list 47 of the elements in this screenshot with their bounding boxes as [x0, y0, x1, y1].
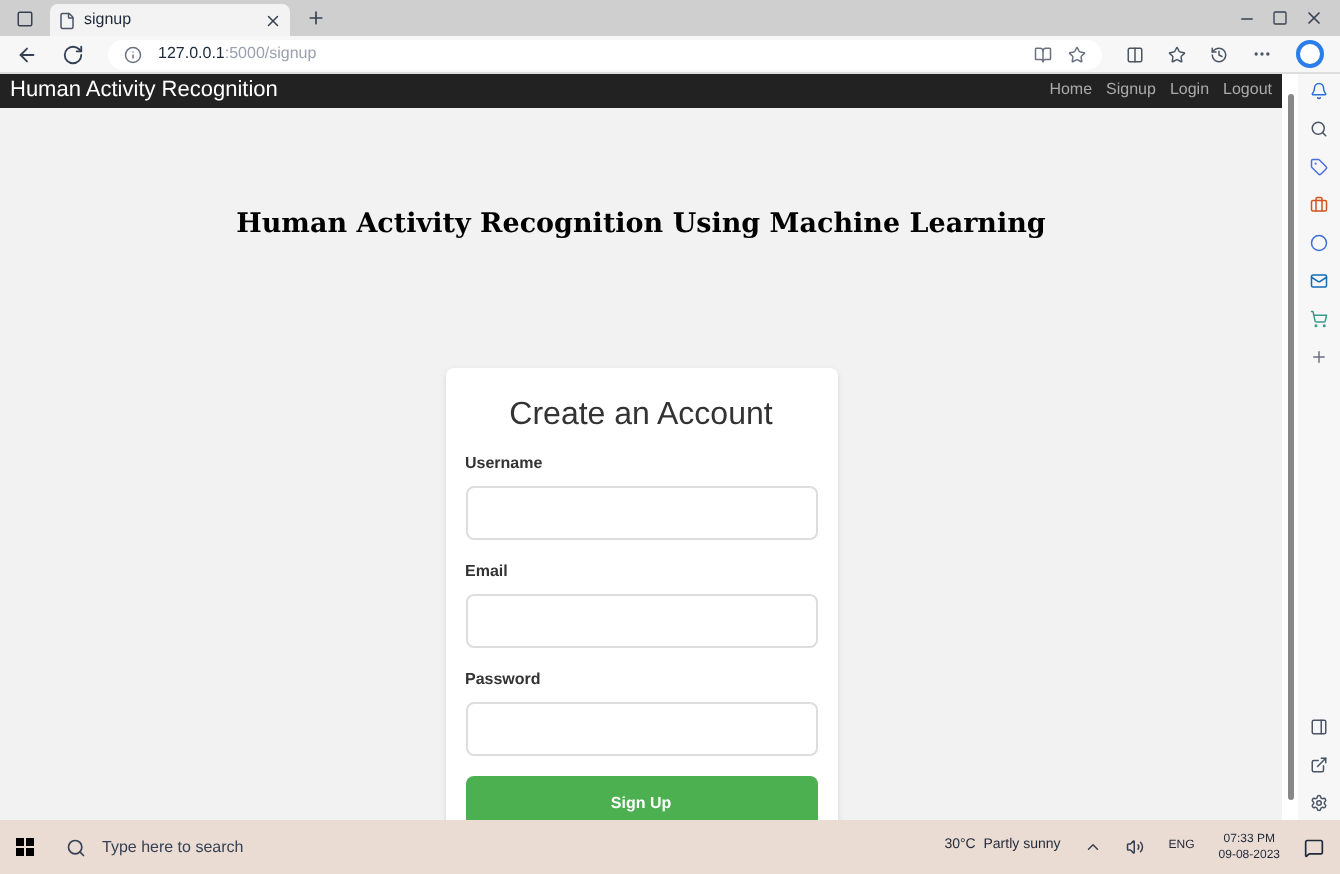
mail-icon[interactable]	[1310, 272, 1328, 290]
info-icon[interactable]	[124, 45, 142, 63]
field-label: Password	[465, 667, 543, 692]
add-icon[interactable]	[1310, 348, 1328, 366]
field-label: Email	[465, 559, 510, 584]
search-icon[interactable]	[66, 837, 86, 857]
external-link-icon[interactable]	[1310, 756, 1328, 774]
page-icon	[58, 11, 76, 29]
tag-icon[interactable]	[1310, 158, 1328, 176]
nav-link[interactable]: Signup	[1106, 78, 1156, 103]
briefcase-icon[interactable]	[1310, 196, 1328, 214]
field-label: Username	[465, 451, 545, 476]
bell-icon[interactable]	[1310, 82, 1328, 100]
close-icon[interactable]	[1304, 8, 1324, 28]
copilot-icon[interactable]	[1296, 40, 1324, 68]
address-field[interactable]: 127.0.0.1:5000/signup	[108, 39, 1102, 69]
cart-icon[interactable]	[1310, 310, 1328, 328]
page-heading: Human Activity Recognition Using Machine Learning	[234, 205, 1048, 243]
nav-link[interactable]: Home	[1049, 78, 1093, 103]
history-icon[interactable]	[1210, 45, 1228, 63]
tab-actions-icon[interactable]	[16, 9, 34, 27]
reload-icon[interactable]	[62, 43, 84, 65]
search-icon[interactable]	[1310, 120, 1328, 138]
taskbar-search-field[interactable]: Type here to search	[58, 827, 338, 867]
restore-icon[interactable]	[1272, 10, 1288, 26]
nav-link[interactable]: Login	[1169, 78, 1210, 103]
favorite-icon[interactable]	[1068, 45, 1086, 63]
circle-icon[interactable]	[1310, 234, 1328, 252]
input-field[interactable]	[465, 701, 817, 756]
favorites-icon[interactable]	[1168, 45, 1186, 63]
read-aloud-icon[interactable]	[1034, 45, 1052, 63]
input-field[interactable]	[465, 593, 817, 648]
back-icon[interactable]	[16, 43, 38, 65]
chevron-up-icon[interactable]	[1084, 838, 1103, 856]
new-tab-icon[interactable]	[306, 8, 326, 28]
settings-icon[interactable]	[1310, 794, 1328, 812]
speaker-icon[interactable]	[1126, 838, 1145, 856]
panel-icon[interactable]	[1310, 718, 1328, 736]
split-screen-icon[interactable]	[1126, 45, 1144, 63]
form-title: Create an Account	[507, 395, 775, 436]
brand-link[interactable]: Human Activity Recognition	[10, 74, 1050, 107]
close-icon[interactable]	[264, 11, 282, 29]
nav-link[interactable]: Logout	[1223, 78, 1272, 103]
input-field[interactable]	[465, 485, 817, 540]
browser-tab[interactable]: signup	[50, 4, 290, 36]
windows-start-icon[interactable]	[16, 838, 34, 856]
notifications-icon[interactable]	[1304, 837, 1324, 857]
